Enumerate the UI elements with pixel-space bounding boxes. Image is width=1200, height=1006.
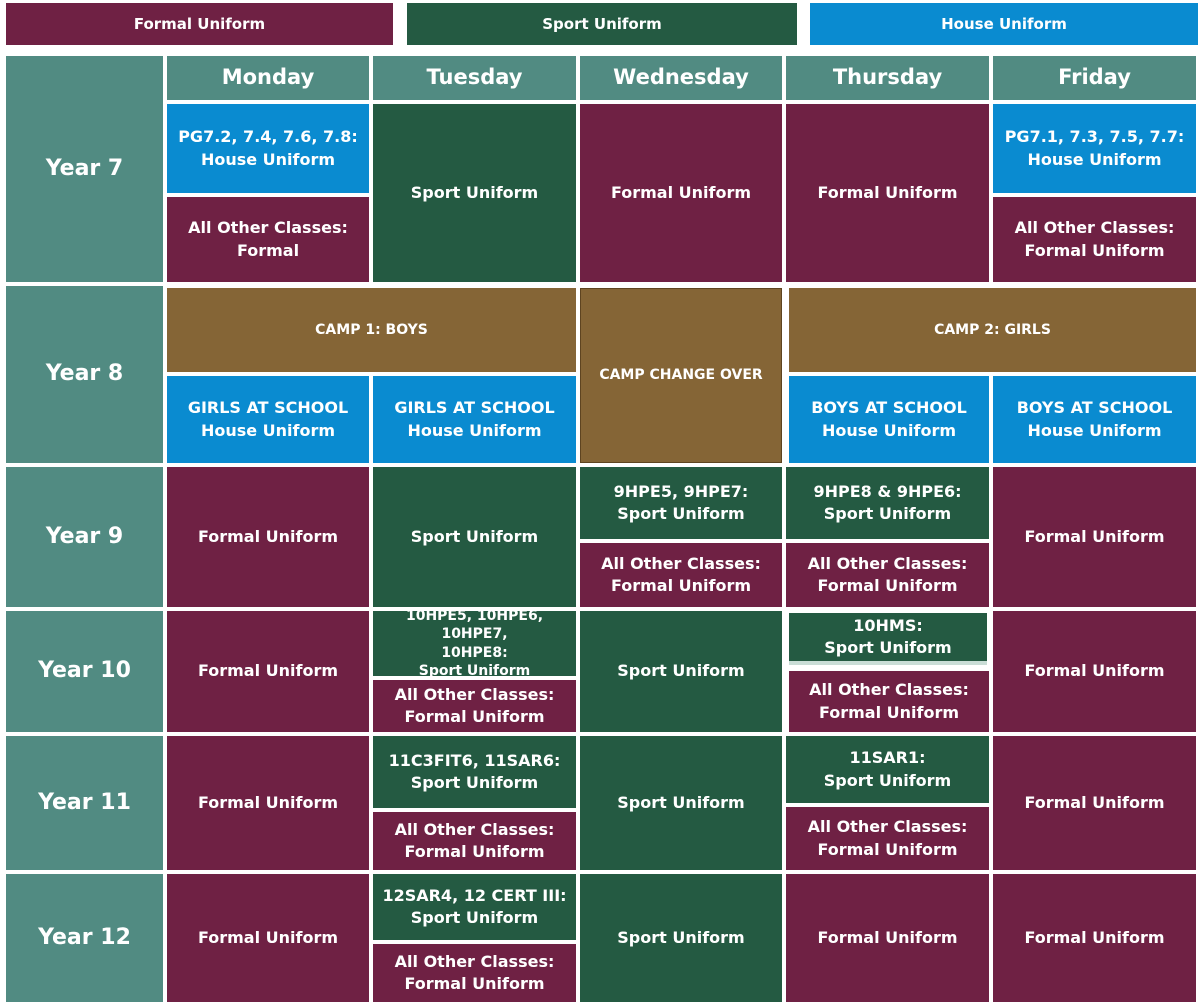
year11-wednesday: Sport Uniform (580, 736, 782, 870)
year10-wednesday: Sport Uniform (580, 611, 782, 732)
year9-friday: Formal Uniform (993, 467, 1196, 607)
year10-tuesday-sport-classes: 10HPE5, 10HPE6, 10HPE7, 10HPE8: Sport Un… (373, 608, 576, 679)
day-header-friday: Friday (993, 56, 1196, 100)
year9-monday: Formal Uniform (167, 467, 369, 607)
year-header-8: Year 8 (6, 286, 163, 463)
year12-wednesday: Sport Uniform (580, 874, 782, 1002)
year8-camp2-girls: CAMP 2: GIRLS (789, 288, 1196, 372)
year8-camp-change-over: CAMP CHANGE OVER (580, 288, 782, 463)
year8-thursday-boys-at-school: BOYS AT SCHOOL House Uniform (789, 376, 989, 463)
year7-friday-other-classes: All Other Classes: Formal Uniform (993, 197, 1196, 282)
year11-friday: Formal Uniform (993, 736, 1196, 870)
year7-friday-house-classes: PG7.1, 7.3, 7.5, 7.7: House Uniform (993, 104, 1196, 193)
year10-thursday-other-classes: All Other Classes: Formal Uniform (789, 671, 989, 732)
year10-monday: Formal Uniform (167, 611, 369, 732)
year9-tuesday: Sport Uniform (373, 467, 576, 607)
year9-thursday-sport-classes: 9HPE8 & 9HPE6: Sport Uniform (786, 467, 989, 539)
year7-wednesday: Formal Uniform (580, 104, 782, 282)
year9-wednesday-sport-classes: 9HPE5, 9HPE7: Sport Uniform (580, 467, 782, 539)
year12-monday: Formal Uniform (167, 874, 369, 1002)
year11-thursday-sport-classes: 11SAR1: Sport Uniform (786, 736, 989, 803)
year11-thursday-other-classes: All Other Classes: Formal Uniform (786, 807, 989, 870)
year-header-9: Year 9 (6, 467, 163, 607)
year7-tuesday: Sport Uniform (373, 104, 576, 282)
day-header-monday: Monday (167, 56, 369, 100)
year8-tuesday-girls-at-school: GIRLS AT SCHOOL House Uniform (373, 376, 576, 463)
year11-tuesday-other-classes: All Other Classes: Formal Uniform (373, 812, 576, 870)
year8-camp1-boys: CAMP 1: BOYS (167, 288, 576, 372)
legend-house: House Uniform (810, 3, 1198, 45)
year12-tuesday-other-classes: All Other Classes: Formal Uniform (373, 944, 576, 1002)
legend-formal: Formal Uniform (6, 3, 393, 45)
year11-tuesday-sport-classes: 11C3FIT6, 11SAR6: Sport Uniform (373, 736, 576, 808)
day-header-tuesday: Tuesday (373, 56, 576, 100)
year-header-7: Year 7 (6, 56, 163, 282)
year9-thursday-other-classes: All Other Classes: Formal Uniform (786, 543, 989, 607)
year8-friday-boys-at-school: BOYS AT SCHOOL House Uniform (993, 376, 1196, 463)
legend-sport: Sport Uniform (407, 3, 797, 45)
year7-thursday: Formal Uniform (786, 104, 989, 282)
year7-monday-house-classes: PG7.2, 7.4, 7.6, 7.8: House Uniform (167, 104, 369, 193)
year-header-11: Year 11 (6, 736, 163, 870)
year11-monday: Formal Uniform (167, 736, 369, 870)
day-header-thursday: Thursday (786, 56, 989, 100)
year7-monday-other-classes: All Other Classes: Formal (167, 197, 369, 282)
year10-thursday-sport-classes: 10HMS: Sport Uniform (789, 613, 987, 665)
day-header-wednesday: Wednesday (580, 56, 782, 100)
year-header-10: Year 10 (6, 611, 163, 732)
year-header-12: Year 12 (6, 874, 163, 1002)
year9-wednesday-other-classes: All Other Classes: Formal Uniform (580, 543, 782, 607)
year12-tuesday-sport-classes: 12SAR4, 12 CERT III: Sport Uniform (373, 874, 576, 940)
year12-thursday: Formal Uniform (786, 874, 989, 1002)
year12-friday: Formal Uniform (993, 874, 1196, 1002)
year10-friday: Formal Uniform (993, 611, 1196, 732)
year10-tuesday-other-classes: All Other Classes: Formal Uniform (373, 680, 576, 732)
year8-monday-girls-at-school: GIRLS AT SCHOOL House Uniform (167, 376, 369, 463)
